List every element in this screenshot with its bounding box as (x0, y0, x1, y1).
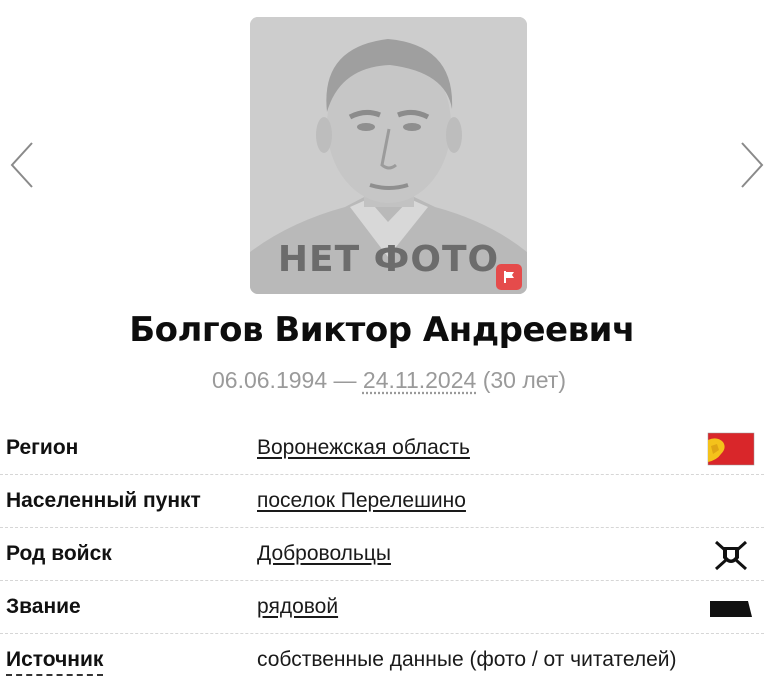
region-label: Регион (6, 436, 78, 460)
person-name: Болгов Виктор Андреевич (0, 310, 764, 350)
chevron-right-icon (736, 140, 764, 190)
region-link[interactable]: Воронежская область (257, 436, 470, 460)
rank-link[interactable]: рядовой (257, 595, 338, 619)
photo-placeholder: НЕТ ФОТО (250, 17, 527, 294)
detail-row-branch: Род войск Добровольцы (0, 528, 764, 581)
detail-row-rank: Звание рядовой (0, 581, 764, 634)
report-flag-button[interactable] (496, 264, 522, 290)
settlement-link[interactable]: поселок Перелешино (257, 489, 466, 513)
detail-row-settlement: Населенный пункт поселок Перелешино (0, 475, 764, 528)
details-table: Регион Воронежская область Населенный пу… (0, 422, 764, 686)
volunteers-emblem-icon (707, 538, 755, 572)
flag-icon (502, 270, 516, 284)
region-flag-icon (707, 432, 755, 466)
rank-label: Звание (6, 595, 81, 619)
prev-photo-button[interactable] (8, 140, 38, 190)
birth-date: 06.06.1994 (212, 367, 327, 393)
detail-row-source: Источник собственные данные (фото / от ч… (0, 634, 764, 686)
no-photo-text: НЕТ ФОТО (250, 239, 527, 280)
death-date[interactable]: 24.11.2024 (363, 367, 476, 393)
rank-insignia-icon (707, 591, 755, 625)
age: (30 лет) (476, 367, 566, 393)
detail-row-region: Регион Воронежская область (0, 422, 764, 475)
source-value: собственные данные (фото / от читателей) (257, 648, 676, 672)
next-photo-button[interactable] (736, 140, 764, 190)
branch-link[interactable]: Добровольцы (257, 542, 391, 566)
chevron-left-icon (8, 140, 38, 190)
source-label[interactable]: Источник (6, 648, 103, 676)
date-separator: — (327, 367, 363, 393)
branch-label: Род войск (6, 542, 112, 566)
life-dates: 06.06.1994 — 24.11.2024 (30 лет) (0, 367, 764, 394)
settlement-label: Населенный пункт (6, 489, 201, 513)
